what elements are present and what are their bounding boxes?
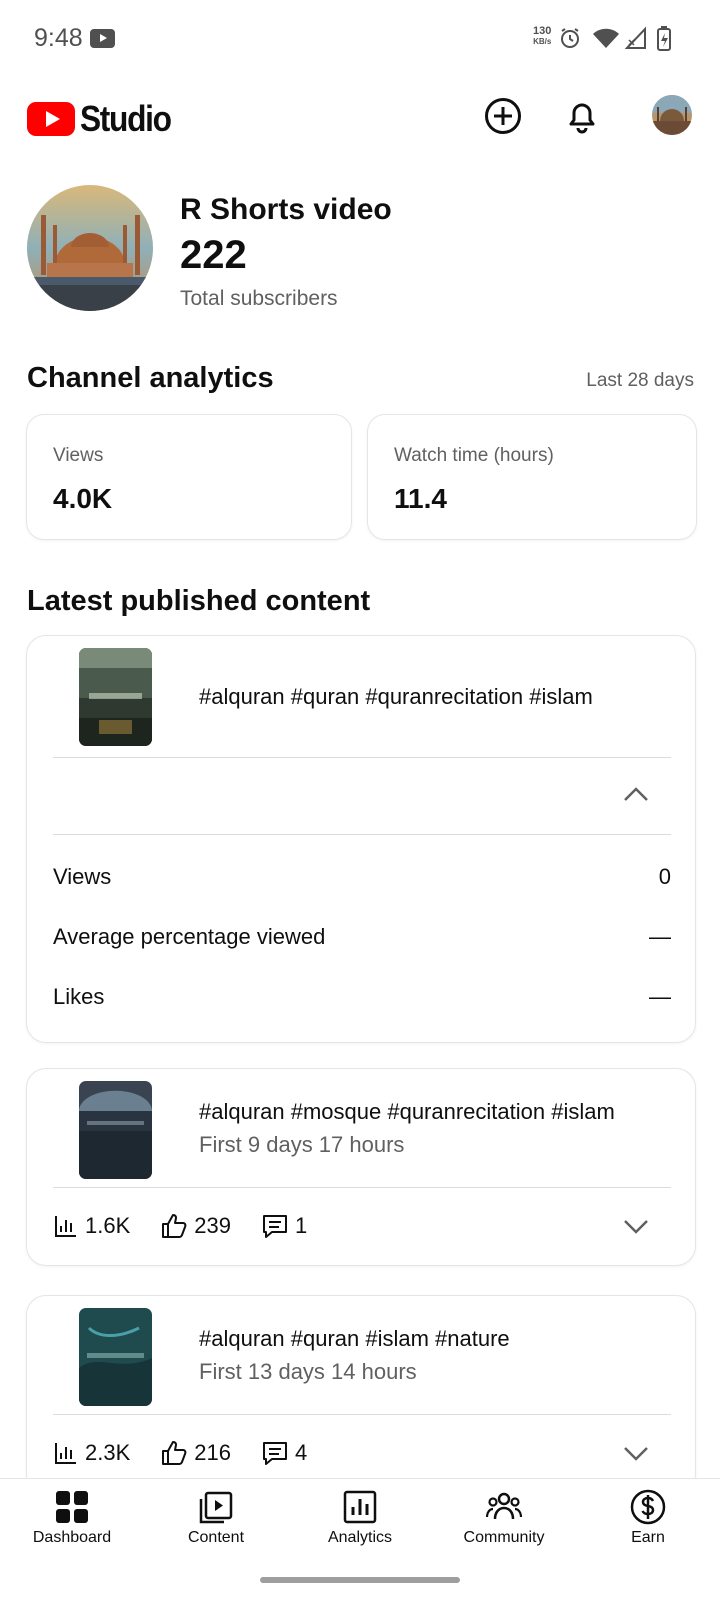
comment-icon (262, 1442, 287, 1465)
alarm-icon (561, 28, 579, 48)
views-count: 2.3K (85, 1440, 131, 1465)
network-speed-value: 130 (533, 25, 552, 37)
likes-count: 239 (194, 1213, 231, 1238)
wifi-icon (593, 28, 619, 48)
stat-label: Watch time (hours) (394, 445, 554, 466)
thumbnail-image (79, 648, 152, 746)
video-thumbnail[interactable] (79, 1308, 152, 1406)
nav-label: Analytics (327, 1529, 393, 1546)
notifications-icon[interactable] (560, 94, 604, 138)
video-stats: 2.3K 216 4 (53, 1440, 337, 1466)
network-speed: 130 KB/s (533, 25, 552, 47)
earn-icon (630, 1489, 666, 1525)
channel-summary: R Shorts video 222 Total subscribers (27, 185, 697, 315)
likes-stat: 216 (160, 1440, 231, 1466)
metric-label: Views (53, 864, 112, 889)
content-icon (199, 1491, 233, 1524)
latest-content-title: Latest published content (27, 585, 371, 617)
content-card[interactable]: #alquran #mosque #quranrecitation #islam… (26, 1068, 696, 1266)
stat-value: 4.0K (53, 483, 113, 514)
views-count: 1.6K (85, 1213, 131, 1238)
thumbs-up-icon (162, 1214, 187, 1238)
nav-analytics[interactable]: Analytics (288, 1479, 432, 1569)
thumbs-up-icon (162, 1441, 187, 1465)
metric-value: 0 (658, 864, 671, 889)
channel-avatar[interactable] (27, 185, 153, 311)
stat-label: Views (53, 445, 104, 466)
network-speed-unit: KB/s (533, 37, 552, 46)
nav-content[interactable]: Content (144, 1479, 288, 1569)
analytics-range: Last 28 days (586, 370, 694, 391)
mosque-avatar-image (652, 95, 692, 135)
metric-value: — (649, 984, 671, 1009)
studio-logo[interactable]: Studio (27, 98, 183, 140)
channel-name: R Shorts video (180, 193, 392, 226)
dashboard-icon (56, 1491, 88, 1523)
gesture-home-bar[interactable] (260, 1577, 460, 1583)
nav-label: Dashboard (32, 1529, 112, 1546)
metric-label: Likes (53, 984, 105, 1009)
divider (53, 1187, 671, 1188)
status-bar: 9:48 130 KB/s (0, 0, 720, 80)
youtube-icon (90, 29, 115, 48)
analytics-title: Channel analytics (27, 362, 274, 394)
chevron-up-icon[interactable] (623, 786, 649, 802)
youtube-logo-icon (27, 102, 75, 136)
comments-stat: 1 (261, 1213, 307, 1239)
nav-label: Content (187, 1529, 245, 1546)
video-thumbnail[interactable] (79, 648, 152, 746)
bar-chart-icon (55, 1216, 76, 1237)
chevron-down-icon[interactable] (623, 1446, 649, 1462)
comments-count: 4 (294, 1440, 308, 1465)
analytics-icon (343, 1490, 377, 1524)
chevron-down-icon[interactable] (623, 1219, 649, 1235)
app-header: Studio (0, 80, 720, 170)
comments-count: 1 (294, 1213, 308, 1238)
signal-icon (624, 26, 646, 49)
divider (53, 834, 671, 835)
nav-label: Earn (631, 1529, 665, 1546)
metric-value: — (649, 924, 671, 949)
bar-chart-icon (55, 1443, 76, 1464)
likes-count: 216 (194, 1440, 231, 1465)
thumbnail-image (79, 1081, 152, 1179)
watch-time-card[interactable]: Watch time (hours) 11.4 (367, 414, 697, 540)
subscriber-count: 222 (180, 233, 247, 277)
comment-icon (262, 1215, 287, 1238)
views-stat: 2.3K (53, 1440, 130, 1466)
thumbnail-image (79, 1308, 152, 1406)
nav-dashboard[interactable]: Dashboard (0, 1479, 144, 1569)
video-thumbnail[interactable] (79, 1081, 152, 1179)
divider (53, 1414, 671, 1415)
video-period: First 9 days 17 hours (199, 1132, 405, 1157)
studio-dashboard-screen: 9:48 130 KB/s Studio R Shorts video 222 … (0, 0, 720, 1600)
stat-value: 11.4 (394, 483, 447, 514)
likes-stat: 239 (160, 1213, 231, 1239)
community-icon (486, 1492, 522, 1520)
subscriber-label: Total subscribers (180, 287, 338, 310)
logo-text: Studio (80, 98, 172, 139)
video-title: #alquran #mosque #quranrecitation #islam (199, 1099, 615, 1124)
battery-charging-icon (657, 26, 671, 51)
views-card[interactable]: Views 4.0K (26, 414, 352, 540)
divider (53, 757, 671, 758)
account-avatar[interactable] (652, 95, 692, 135)
video-title: #alquran #quran #islam #nature (199, 1326, 510, 1351)
video-title: #alquran #quran #quranrecitation #islam (199, 684, 593, 709)
create-icon[interactable] (481, 94, 525, 138)
status-time: 9:48 (34, 24, 83, 52)
nav-label: Community (463, 1529, 545, 1546)
comments-stat: 4 (261, 1440, 307, 1466)
video-stats: 1.6K 239 1 (53, 1213, 337, 1239)
mosque-avatar-image (27, 185, 153, 311)
video-period: First 13 days 14 hours (199, 1359, 417, 1384)
nav-earn[interactable]: Earn (576, 1479, 720, 1569)
views-stat: 1.6K (53, 1213, 130, 1239)
metric-label: Average percentage viewed (53, 924, 326, 949)
nav-community[interactable]: Community (432, 1479, 576, 1569)
content-card[interactable]: #alquran #quran #quranrecitation #islam … (26, 635, 696, 1043)
content-card[interactable]: #alquran #quran #islam #nature First 13 … (26, 1295, 696, 1495)
